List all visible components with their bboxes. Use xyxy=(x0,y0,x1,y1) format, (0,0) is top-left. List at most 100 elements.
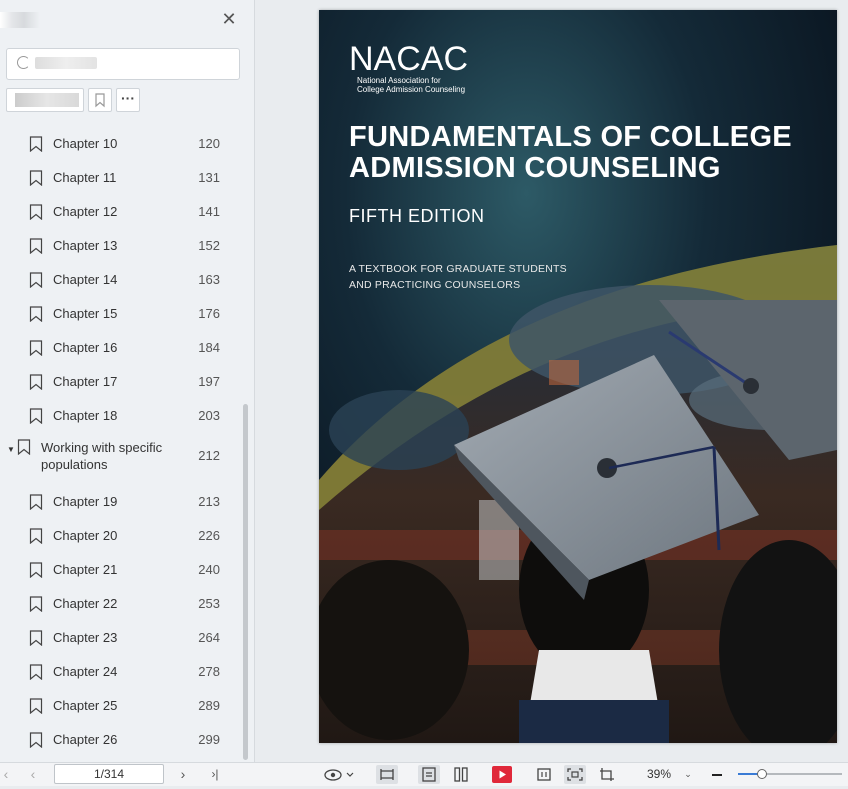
toc-item-label: Chapter 10 xyxy=(53,136,118,151)
toc-item[interactable]: Chapter 25 289 xyxy=(0,688,244,722)
toc-item-label: Chapter 12 xyxy=(53,204,118,219)
toc-item-page: 152 xyxy=(198,238,220,253)
toc-item[interactable]: Chapter 18 203 xyxy=(0,398,244,432)
bookmark-icon xyxy=(29,374,43,391)
bookmark-icon xyxy=(29,204,43,223)
last-page-icon[interactable]: ›| xyxy=(207,765,223,784)
toc-item-page: 299 xyxy=(198,732,220,747)
toc-item-label: Working with specific populations xyxy=(41,440,163,472)
add-bookmark-button[interactable] xyxy=(88,88,112,112)
toc-item[interactable]: Chapter 10 120 xyxy=(0,126,244,160)
expand-arrow-icon[interactable]: ▼ xyxy=(7,445,15,454)
toc-item[interactable]: Chapter 14 163 xyxy=(0,262,244,296)
bookmark-icon xyxy=(29,596,43,615)
toc-item[interactable]: Chapter 19 213 xyxy=(0,484,244,518)
logo-subtitle: National Association for College Admissi… xyxy=(357,76,465,94)
search-input[interactable] xyxy=(33,55,232,73)
toc-item-page: 240 xyxy=(198,562,220,577)
close-icon[interactable]: ✕ xyxy=(220,9,238,29)
two-page-glyph xyxy=(454,767,468,782)
bookmark-icon xyxy=(29,528,43,547)
more-options-button[interactable]: ··· xyxy=(116,88,140,112)
book-title: FUNDAMENTALS OF COLLEGE ADMISSION COUNSE… xyxy=(349,122,819,184)
toc-item-page: 120 xyxy=(198,136,220,151)
toc-item-label: Chapter 17 xyxy=(53,374,118,389)
bookmark-icon xyxy=(29,340,43,359)
toc-item[interactable]: Chapter 22 253 xyxy=(0,586,244,620)
toc-item[interactable]: Chapter 15 176 xyxy=(0,296,244,330)
toc-item-page: 278 xyxy=(198,664,220,679)
toc-item-page: 203 xyxy=(198,408,220,423)
bookmark-icon xyxy=(29,136,43,155)
zoom-slider-knob[interactable] xyxy=(756,769,767,779)
fit-page-icon[interactable] xyxy=(533,765,555,784)
bookmark-icon xyxy=(29,494,43,513)
toc-item[interactable]: Chapter 17 197 xyxy=(0,364,244,398)
cover-photo xyxy=(319,10,837,743)
search-box[interactable] xyxy=(6,48,240,80)
toc-item-page: 212 xyxy=(198,448,220,463)
toc-item[interactable]: Chapter 23 264 xyxy=(0,620,244,654)
actual-size-glyph xyxy=(567,768,583,781)
bookmark-icon xyxy=(29,204,43,221)
first-page-icon[interactable]: ‹ xyxy=(0,765,12,784)
single-page-glyph xyxy=(422,767,436,782)
toc-item-label: Chapter 25 xyxy=(53,698,118,713)
bookmark-icon xyxy=(95,93,105,108)
zoom-dropdown-icon[interactable]: ⌄ xyxy=(680,765,696,784)
outline-dropdown[interactable] xyxy=(6,88,84,112)
toc-item-page: 289 xyxy=(198,698,220,713)
next-page-icon[interactable]: › xyxy=(176,765,190,784)
bookmark-icon xyxy=(29,664,43,681)
bookmark-icon xyxy=(29,238,43,257)
toc-item-page: 141 xyxy=(198,204,220,219)
dropdown-redacted xyxy=(15,93,79,107)
bookmark-icon xyxy=(29,340,43,357)
actual-size-icon[interactable] xyxy=(564,765,586,784)
bookmark-icon xyxy=(17,439,31,458)
bookmark-icon xyxy=(29,630,43,649)
zoom-slider[interactable] xyxy=(738,769,842,779)
play-icon[interactable] xyxy=(491,765,513,784)
crop-icon[interactable] xyxy=(596,765,618,784)
search-icon xyxy=(17,56,30,69)
toc-item-label: Chapter 22 xyxy=(53,596,118,611)
zoom-out-icon[interactable] xyxy=(708,765,726,784)
sidebar-title xyxy=(0,12,40,28)
toc-item-page: 213 xyxy=(198,494,220,509)
toc-item[interactable]: ▼ Working with specific populations 212 xyxy=(0,432,244,484)
prev-page-icon[interactable]: ‹ xyxy=(26,765,40,784)
toc-item[interactable]: Chapter 13 152 xyxy=(0,228,244,262)
toc-item-label: Chapter 13 xyxy=(53,238,118,253)
logo-subtitle-line1: National Association for xyxy=(357,76,441,85)
toc-item-label: Chapter 15 xyxy=(53,306,118,321)
single-page-icon[interactable] xyxy=(418,765,440,784)
toc-item[interactable]: Chapter 24 278 xyxy=(0,654,244,688)
toc-item-page: 131 xyxy=(198,170,220,185)
fit-width-icon[interactable] xyxy=(376,765,398,784)
bookmark-icon xyxy=(29,664,43,683)
toc-item[interactable]: Chapter 12 141 xyxy=(0,194,244,228)
bookmark-icon xyxy=(29,494,43,511)
toc-item-label: Chapter 21 xyxy=(53,562,118,577)
toc-item[interactable]: Chapter 16 184 xyxy=(0,330,244,364)
book-subtitle-line2: AND PRACTICING COUNSELORS xyxy=(349,279,521,291)
toc-item[interactable]: Chapter 11 131 xyxy=(0,160,244,194)
bookmark-icon xyxy=(29,306,43,325)
eye-icon[interactable] xyxy=(322,765,356,784)
sidebar-scrollbar[interactable] xyxy=(243,404,248,760)
sidebar: ✕ ··· Chapter 10 120 Chapter 11 131 Chapter … xyxy=(0,0,255,762)
page-number-input[interactable]: 1/314 xyxy=(54,764,164,784)
toc-item-label: Chapter 19 xyxy=(53,494,118,509)
view-mode-icon xyxy=(324,769,354,781)
toc-item-label: Chapter 11 xyxy=(53,170,117,185)
toc-item[interactable]: Chapter 21 240 xyxy=(0,552,244,586)
toc-item[interactable]: Chapter 26 299 xyxy=(0,722,244,756)
toc-item-page: 264 xyxy=(198,630,220,645)
two-page-icon[interactable] xyxy=(450,765,472,784)
zoom-level[interactable]: 39% xyxy=(647,767,671,781)
toc-item-label: Chapter 20 xyxy=(53,528,118,543)
toc-item[interactable]: Chapter 20 226 xyxy=(0,518,244,552)
table-of-contents: Chapter 10 120 Chapter 11 131 Chapter 12 141 C… xyxy=(0,126,244,760)
toc-item-page: 184 xyxy=(198,340,220,355)
